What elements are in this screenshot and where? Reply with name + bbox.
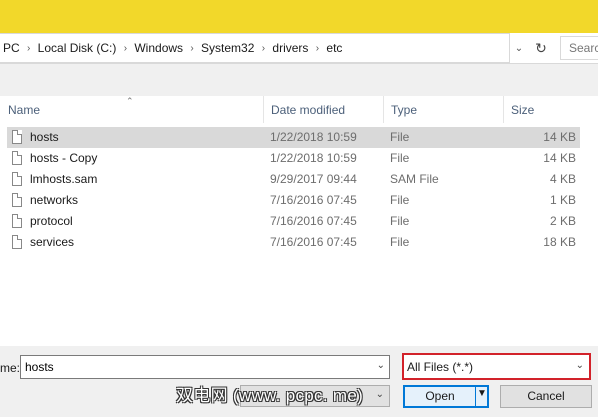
chevron-down-icon[interactable]: ⌄: [377, 360, 385, 371]
file-icon: [12, 193, 22, 207]
search-input[interactable]: Searc: [560, 36, 598, 60]
address-bar: PC › Local Disk (C:) › Windows › System3…: [0, 33, 598, 64]
file-type: File: [390, 151, 410, 165]
window-titlebar: [0, 0, 598, 33]
command-toolbar: [0, 64, 598, 96]
chevron-down-icon[interactable]: ⌄: [576, 360, 584, 371]
file-list: Name ⌃ Date modified Type Size hosts 1/2…: [0, 96, 598, 346]
file-size: 1 KB: [549, 193, 576, 207]
sort-ascending-icon: ⌃: [126, 96, 134, 106]
filename-label: me:: [0, 361, 21, 375]
file-icon: [12, 235, 22, 249]
breadcrumb-local-disk[interactable]: Local Disk (C:): [36, 41, 119, 55]
file-row-networks[interactable]: networks 7/16/2016 07:45 File 1 KB: [7, 190, 580, 211]
column-header-type-label: Type: [391, 102, 418, 117]
file-date: 1/22/2018 10:59: [270, 151, 357, 165]
file-icon: [12, 214, 22, 228]
file-row-lmhosts[interactable]: lmhosts.sam 9/29/2017 09:44 SAM File 4 K…: [7, 169, 580, 190]
column-header-name-label: Name: [8, 102, 41, 117]
file-type-filter-value: All Files (*.*): [407, 360, 474, 374]
breadcrumb-windows[interactable]: Windows: [132, 41, 185, 55]
file-date: 7/16/2016 07:45: [270, 214, 357, 228]
file-name: hosts - Copy: [30, 151, 98, 165]
file-name: protocol: [30, 214, 73, 228]
breadcrumb-pc[interactable]: PC: [0, 41, 22, 55]
file-row-hosts[interactable]: hosts 1/22/2018 10:59 File 14 KB: [7, 127, 580, 148]
breadcrumb-system32[interactable]: System32: [199, 41, 256, 55]
chevron-down-icon[interactable]: ⌄: [376, 389, 384, 400]
open-options-dropdown-icon[interactable]: ▼: [477, 388, 487, 399]
search-placeholder: Searc: [569, 41, 598, 55]
file-type: File: [390, 235, 410, 249]
file-size: 4 KB: [549, 172, 576, 186]
file-icon: [12, 172, 22, 186]
file-date: 1/22/2018 10:59: [270, 130, 357, 144]
file-name: hosts: [30, 130, 59, 144]
column-header-date-modified[interactable]: Date modified: [263, 96, 383, 123]
chevron-right-icon[interactable]: ›: [185, 43, 199, 54]
column-header-size[interactable]: Size: [503, 96, 580, 123]
open-button-label: Open: [425, 389, 455, 403]
file-type: SAM File: [390, 172, 439, 186]
file-name: services: [30, 235, 75, 249]
watermark-text: 双电网 (www. pcpc. me): [176, 386, 364, 405]
breadcrumb-etc[interactable]: etc: [324, 41, 344, 55]
chevron-right-icon[interactable]: ›: [22, 43, 36, 54]
file-size: 18 KB: [543, 235, 576, 249]
file-size: 14 KB: [543, 151, 576, 165]
column-header-size-label: Size: [511, 102, 535, 117]
split-divider: [475, 387, 476, 406]
file-type: File: [390, 214, 410, 228]
file-type: File: [390, 193, 410, 207]
refresh-icon[interactable]: ↻: [531, 33, 551, 63]
open-button[interactable]: Open ▼: [403, 385, 489, 408]
file-row-hosts-copy[interactable]: hosts - Copy 1/22/2018 10:59 File 14 KB: [7, 148, 580, 169]
column-header-type[interactable]: Type: [383, 96, 503, 123]
breadcrumb-drivers[interactable]: drivers: [270, 41, 310, 55]
file-row-services[interactable]: services 7/16/2016 07:45 File 18 KB: [7, 232, 580, 253]
chevron-right-icon[interactable]: ›: [256, 43, 270, 54]
chevron-right-icon[interactable]: ›: [118, 43, 132, 54]
file-name: lmhosts.sam: [30, 172, 98, 186]
file-size: 14 KB: [543, 130, 576, 144]
file-date: 7/16/2016 07:45: [270, 235, 357, 249]
file-type-filter[interactable]: All Files (*.*) ⌄: [402, 353, 591, 380]
file-size: 2 KB: [549, 214, 576, 228]
filename-field[interactable]: ⌄: [20, 355, 390, 379]
cancel-button[interactable]: Cancel: [500, 385, 592, 408]
column-header-date-label: Date modified: [271, 102, 346, 117]
file-row-protocol[interactable]: protocol 7/16/2016 07:45 File 2 KB: [7, 211, 580, 232]
file-date: 9/29/2017 09:44: [270, 172, 357, 186]
chevron-right-icon[interactable]: ›: [310, 43, 324, 54]
file-type: File: [390, 130, 410, 144]
address-history-dropdown-icon[interactable]: ⌄: [509, 33, 529, 63]
file-icon: [12, 151, 22, 165]
file-name: networks: [30, 193, 79, 207]
file-date: 7/16/2016 07:45: [270, 193, 357, 207]
breadcrumb[interactable]: PC › Local Disk (C:) › Windows › System3…: [0, 33, 510, 63]
filename-input[interactable]: [25, 358, 365, 376]
file-icon: [12, 130, 22, 144]
